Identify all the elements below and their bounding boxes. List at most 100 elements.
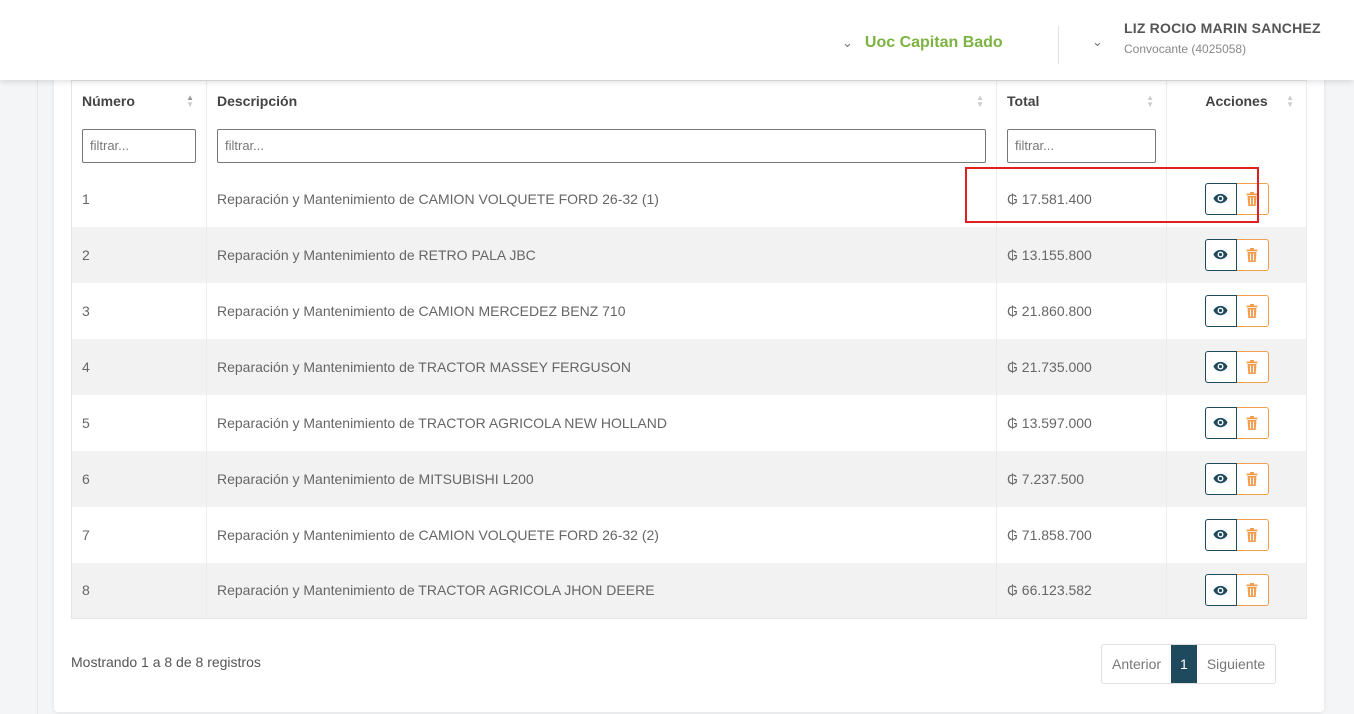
column-header-label: Total [1007,92,1040,109]
cell-acciones [1166,450,1307,507]
delete-button[interactable] [1236,574,1269,607]
sort-icon: ▲ ▼ [1286,92,1294,109]
delete-button[interactable] [1236,462,1269,495]
chevron-down-icon: ⌄ [1092,34,1103,49]
cell-numero: 4 [71,338,207,395]
top-bar: ⌄ Uoc Capitan Bado ⌄ LIZ ROCIO MARIN SAN… [0,0,1354,80]
cell-numero: 7 [71,506,207,563]
topbar-divider [1058,26,1059,64]
cell-total: ₲ 7.237.500 [996,450,1167,507]
eye-icon [1213,305,1228,316]
filter-numero-input[interactable] [82,128,196,163]
table-row: 3 Reparación y Mantenimiento de CAMION ME… [71,282,1307,339]
table-row: 1 Reparación y Mantenimiento de CAMION VO… [71,170,1307,227]
pagination: Anterior 1 Siguiente [1101,644,1277,684]
action-button-group [1204,238,1269,271]
trash-icon [1246,303,1258,318]
eye-icon [1213,585,1228,595]
cell-numero: 5 [71,394,207,451]
cell-total: ₲ 17.581.400 [996,170,1167,227]
view-button[interactable] [1204,518,1237,551]
eye-icon [1213,249,1228,260]
cell-acciones [1166,170,1307,227]
items-table: Número ▲ ▼ Descripción ▲ ▼ Total ▲ ▼ Accion… [71,80,1307,619]
trash-icon [1246,191,1258,206]
sort-icon: ▲ ▼ [976,92,984,109]
filter-cell [206,120,997,171]
delete-button[interactable] [1236,518,1269,551]
column-header-descripcion[interactable]: Descripción ▲ ▼ [206,80,997,121]
column-header-label: Descripción [217,92,298,109]
sort-icon: ▲ ▼ [186,92,194,109]
column-header-label: Acciones [1205,92,1268,109]
eye-icon [1213,529,1228,540]
trash-icon [1246,527,1258,542]
cell-descripcion: Reparación y Mantenimiento de TRACTOR AG… [206,562,997,619]
delete-button[interactable] [1236,406,1269,439]
pagination-previous-button[interactable]: Anterior [1102,645,1171,683]
table-row: 2 Reparación y Mantenimiento de RETRO PAL… [71,226,1307,283]
table-row: 4 Reparación y Mantenimiento de TRACTOR M… [71,338,1307,395]
cell-descripcion: Reparación y Mantenimiento de TRACTOR AG… [206,394,997,451]
trash-icon [1246,415,1258,430]
cell-acciones [1166,282,1307,339]
filter-cell [996,120,1167,171]
cell-descripcion: Reparación y Mantenimiento de TRACTOR MA… [206,338,997,395]
filter-total-input[interactable] [1007,128,1156,163]
delete-button[interactable] [1236,350,1269,383]
cell-acciones [1166,562,1307,619]
view-button[interactable] [1204,238,1237,271]
table-row: 5 Reparación y Mantenimiento de TRACTOR A… [71,394,1307,451]
cell-numero: 8 [71,562,207,619]
delete-button[interactable] [1236,294,1269,327]
cell-descripcion: Reparación y Mantenimiento de CAMION MER… [206,282,997,339]
cell-numero: 1 [71,170,207,227]
view-button[interactable] [1204,462,1237,495]
eye-icon [1213,193,1228,204]
filter-descripcion-input[interactable] [217,128,986,163]
cell-total: ₲ 66.123.582 [996,562,1167,619]
cell-numero: 3 [71,282,207,339]
table-row: 7 Reparación y Mantenimiento de CAMION VO… [71,506,1307,563]
eye-icon [1213,417,1228,428]
view-button[interactable] [1204,574,1237,607]
sort-icon: ▲ ▼ [1146,92,1154,109]
delete-button[interactable] [1236,182,1269,215]
view-button[interactable] [1204,406,1237,439]
trash-icon [1246,583,1258,598]
pagination-page-button[interactable]: 1 [1171,645,1197,683]
cell-descripcion: Reparación y Mantenimiento de CAMION VOL… [206,170,997,227]
eye-icon [1213,361,1228,372]
view-button[interactable] [1204,182,1237,215]
cell-total: ₲ 13.597.000 [996,394,1167,451]
column-header-acciones[interactable]: Acciones ▲ ▼ [1166,80,1307,121]
delete-button[interactable] [1236,238,1269,271]
org-name: Uoc Capitan Bado [864,34,1003,51]
org-selector[interactable]: ⌄ Uoc Capitan Bado [842,31,1003,55]
action-button-group [1204,462,1269,495]
column-header-label: Número [82,92,135,109]
view-button[interactable] [1204,294,1237,327]
user-role: Convocante (4025058) [1124,42,1247,56]
action-button-group [1204,518,1269,551]
action-button-group [1204,406,1269,439]
cell-numero: 6 [71,450,207,507]
cell-acciones [1166,226,1307,283]
cell-total: ₲ 21.735.000 [996,338,1167,395]
sidebar-strip [0,80,38,714]
user-name: LIZ ROCIO MARIN SANCHEZ [1124,20,1321,36]
pagination-next-button[interactable]: Siguiente [1197,645,1275,683]
view-button[interactable] [1204,350,1237,383]
cell-descripcion: Reparación y Mantenimiento de MITSUBISHI… [206,450,997,507]
cell-acciones [1166,394,1307,451]
table-row: 8 Reparación y Mantenimiento de TRACTOR A… [71,562,1307,619]
column-header-total[interactable]: Total ▲ ▼ [996,80,1167,121]
chevron-down-icon: ⌄ [842,35,853,50]
column-header-numero[interactable]: Número ▲ ▼ [71,80,207,121]
eye-icon [1213,473,1228,484]
trash-icon [1246,471,1258,486]
action-button-group [1204,294,1269,327]
action-button-group [1204,350,1269,383]
cell-descripcion: Reparación y Mantenimiento de RETRO PALA… [206,226,997,283]
filter-cell-empty [1166,120,1307,171]
